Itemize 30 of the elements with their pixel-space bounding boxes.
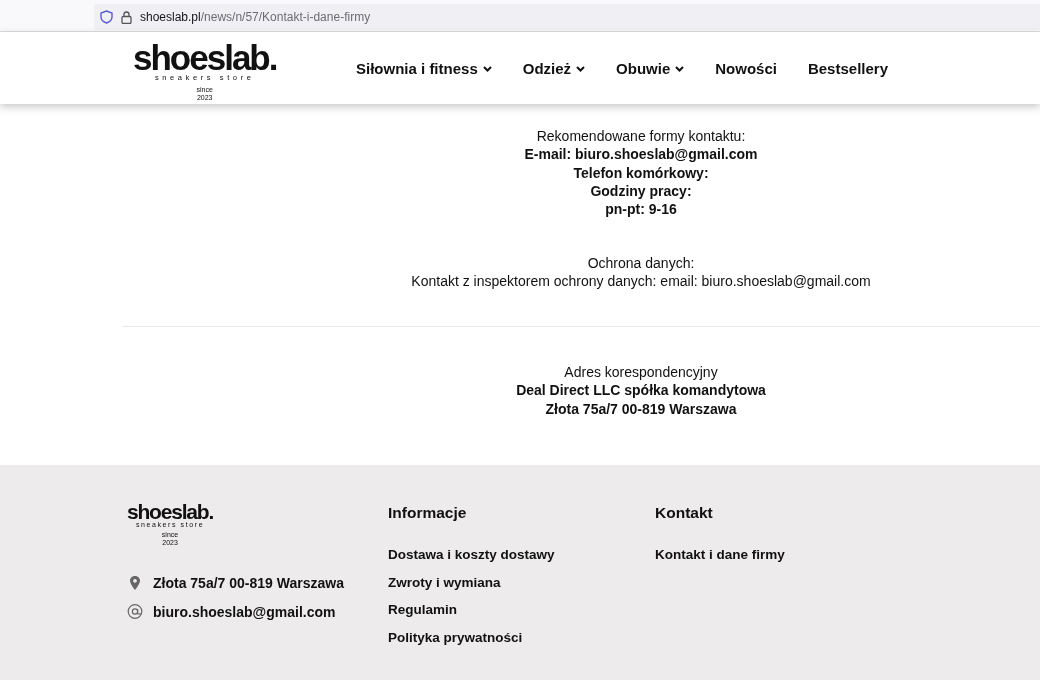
nav-link[interactable]: Obuwie	[616, 60, 685, 77]
at-sign-icon	[127, 603, 143, 621]
info-text: Telefon komórkowy:	[572, 163, 710, 182]
nav-link[interactable]: Bestsellery	[807, 60, 888, 77]
nav-link[interactable]: Nowości	[715, 60, 777, 77]
url-text[interactable]: shoeslab.pl/news/n/57/Kontakt-i-dane-firmy	[140, 10, 371, 24]
footer-link[interactable]: Polityka prywatności	[388, 629, 523, 645]
footer-link[interactable]: Regulamin	[388, 602, 457, 617]
info-text: Ochrona danych:	[586, 254, 696, 273]
shield-icon[interactable]	[100, 10, 113, 24]
info-text: Kontakt z inspektorem ochrony danych: email: biuro.shoeslab@gmail.com	[410, 272, 872, 291]
address-bar[interactable]: shoeslab.pl/news/n/57/Kontakt-i-dane-firmy	[94, 4, 1040, 30]
info-text: Rekomendowane formy kontaktu:	[535, 127, 747, 146]
nav-link[interactable]: Siłownia i fitness	[356, 60, 492, 77]
contact-text: biuro.shoeslab@gmail.com	[153, 603, 336, 620]
footer-link[interactable]: Zwroty i wymiana	[388, 574, 501, 590]
nav-link[interactable]: Odzież	[522, 60, 586, 77]
contact-text: Złota 75a/7 00-819 Warszawa	[153, 574, 344, 591]
lock-icon[interactable]	[121, 10, 132, 24]
footer-link[interactable]: Kontakt i dane firmy	[655, 547, 785, 562]
footer-link[interactable]: Dostawa i koszty dostawy	[388, 547, 555, 562]
info-text: pn-pt: 9-16	[604, 200, 678, 219]
info-text: Adres korespondencyjny	[563, 363, 719, 382]
info-text: Złota 75a/7 00-819 Warszawa	[544, 399, 738, 418]
column-heading: Kontakt	[655, 503, 714, 523]
location-pin-icon	[127, 574, 143, 591]
info-text: Godziny pracy:	[589, 181, 693, 201]
info-text: E-mail: biuro.shoeslab@gmail.com	[523, 145, 759, 164]
info-text: Deal Direct LLC spółka komandytowa	[515, 381, 767, 400]
column-heading: Informacje	[388, 503, 468, 523]
